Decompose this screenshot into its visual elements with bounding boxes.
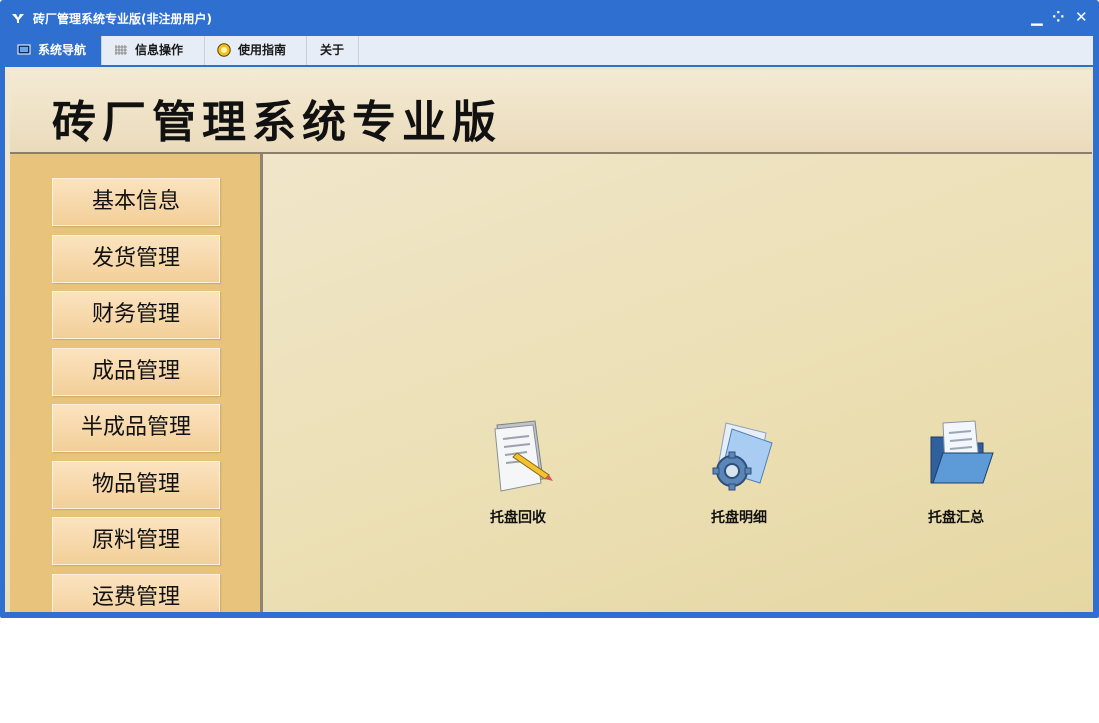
grid-icon — [115, 45, 127, 55]
sidebar-item-finished-goods[interactable]: 成品管理 — [52, 348, 220, 396]
window-title: 砖厂管理系统专业版(非注册用户) — [33, 12, 212, 26]
notepad-pencil-icon — [494, 420, 553, 492]
banner: 砖厂管理系统专业版 — [10, 70, 1092, 154]
sidebar-item-shipping[interactable]: 发货管理 — [52, 235, 220, 283]
title-bar: 砖厂管理系统专业版(非注册用户) ▁ ⁘ ✕ — [0, 0, 1099, 36]
tile-label: 托盘回收 — [490, 510, 546, 526]
tab-label: 信息操作 — [135, 43, 184, 57]
banner-title: 砖厂管理系统专业版 — [52, 97, 502, 148]
close-button[interactable]: ✕ — [1075, 8, 1088, 26]
content-area: 砖厂管理系统专业版 基本信息 发货管理 财务管理 成品管理 半成品管理 物品管理… — [5, 67, 1093, 612]
help-icon — [217, 43, 231, 57]
tab-label: 系统导航 — [38, 43, 87, 57]
tile-pallet-details[interactable]: 托盘明细 — [684, 419, 794, 539]
open-folder-icon — [930, 420, 994, 484]
app-window: 砖厂管理系统专业版(非注册用户) ▁ ⁘ ✕ 系统导航 信息操作 使用指南 关于… — [0, 0, 1099, 618]
minimize-button[interactable]: ▁ — [1031, 8, 1043, 26]
sidebar-item-goods[interactable]: 物品管理 — [52, 461, 220, 509]
tab-system-navigation[interactable]: 系统导航 — [5, 36, 102, 65]
sidebar-item-freight[interactable]: 运费管理 — [52, 574, 220, 612]
tab-label: 使用指南 — [238, 43, 287, 57]
menu-bar: 系统导航 信息操作 使用指南 关于 — [5, 36, 1093, 65]
monitor-icon — [17, 44, 31, 55]
tab-info-operations[interactable]: 信息操作 — [102, 36, 205, 65]
sidebar-item-basic-info[interactable]: 基本信息 — [52, 178, 220, 226]
tile-pallet-recovery[interactable]: 托盘回收 — [463, 419, 573, 539]
main-panel: 托盘回收 托盘明细 托盘汇总 — [263, 154, 1093, 612]
tile-pallet-summary[interactable]: 托盘汇总 — [901, 419, 1011, 539]
sidebar-item-raw-materials[interactable]: 原料管理 — [52, 517, 220, 565]
sidebar: 基本信息 发货管理 财务管理 成品管理 半成品管理 物品管理 原料管理 运费管理 — [10, 154, 263, 612]
sidebar-item-semi-finished[interactable]: 半成品管理 — [52, 404, 220, 452]
tab-label: 关于 — [320, 43, 345, 57]
restore-button[interactable]: ⁘ — [1052, 8, 1065, 26]
tab-user-guide[interactable]: 使用指南 — [205, 36, 307, 65]
settings-folder-icon — [712, 422, 773, 491]
app-logo-icon — [12, 14, 24, 23]
tab-about[interactable]: 关于 — [307, 36, 359, 65]
sidebar-item-finance[interactable]: 财务管理 — [52, 291, 220, 339]
tile-label: 托盘明细 — [711, 510, 767, 526]
tile-label: 托盘汇总 — [928, 510, 984, 526]
